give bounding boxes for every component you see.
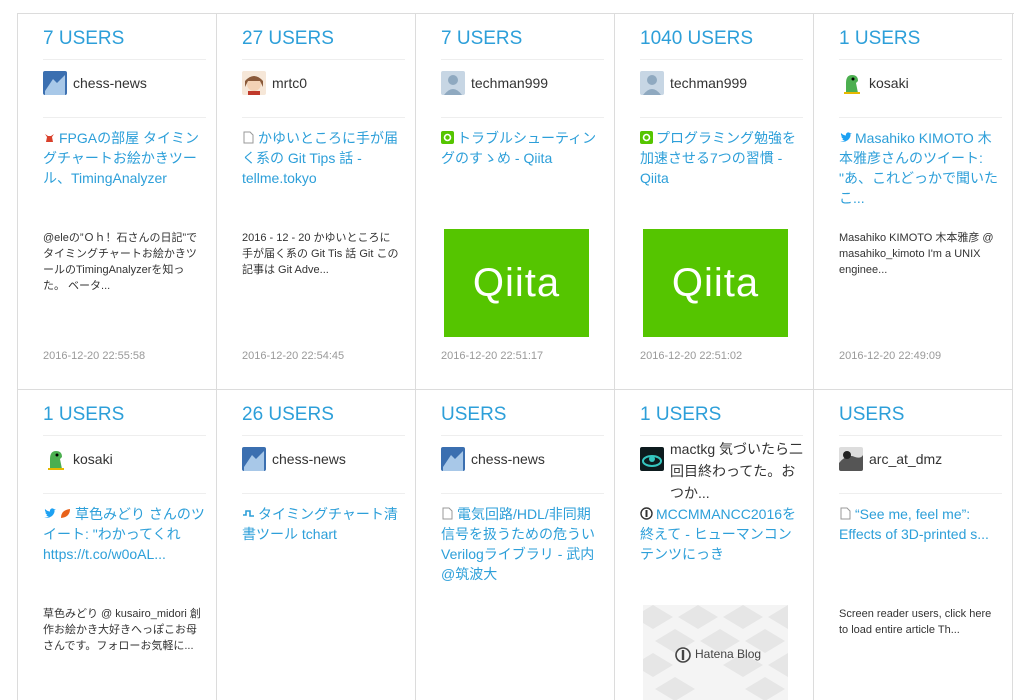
devil-favicon-icon bbox=[43, 129, 56, 142]
qiita-thumbnail[interactable]: Qiita bbox=[444, 229, 589, 337]
avatar bbox=[242, 447, 266, 471]
twitter-bird-icon bbox=[839, 129, 852, 142]
users-count[interactable]: USERS bbox=[441, 404, 604, 436]
entry-title[interactable]: FPGAの部屋 タイミングチャートお絵かきツール、TimingAnalyzer bbox=[43, 128, 206, 188]
entry-title[interactable]: 草色みどり さんのツイート: "わかってくれ https://t.co/w0oA… bbox=[43, 504, 206, 564]
avatar bbox=[839, 447, 863, 471]
users-count[interactable]: 1 USERS bbox=[839, 28, 1002, 60]
bookmark-date: 2016-12-20 22:55:58 bbox=[43, 350, 146, 362]
entry-title[interactable]: 電気回路/HDL/非同期信号を扱うための危ういVerilogライブラリ - 武内… bbox=[441, 504, 604, 584]
bookmark-grid: 7 USERS chess-news FPGAの部屋 タイミングチャートお絵かき… bbox=[17, 13, 1014, 700]
bookmark-card: 1 USERS kosaki Masahiko KIMOTO 木本雅彦さんのツイ… bbox=[813, 14, 1013, 390]
entry-title-text: 電気回路/HDL/非同期信号を扱うための危ういVerilogライブラリ - 武内… bbox=[441, 506, 595, 582]
divider bbox=[242, 117, 405, 118]
entry-title[interactable]: MCCMMANCC2016を終えて - ヒューマンコンテンツにっき bbox=[640, 504, 803, 564]
users-count[interactable]: 1 USERS bbox=[43, 404, 206, 436]
entry-description: 草色みどり @ kusairo_midori 創作お絵かき大好きへっぽこお母さん… bbox=[43, 608, 201, 652]
bookmark-card: 7 USERS chess-news FPGAの部屋 タイミングチャートお絵かき… bbox=[17, 14, 217, 390]
users-count[interactable]: 26 USERS bbox=[242, 404, 405, 436]
entry-title[interactable]: “See me, feel me”: Effects of 3D-printed… bbox=[839, 504, 1002, 544]
avatar bbox=[43, 71, 67, 95]
divider bbox=[640, 117, 803, 118]
user-name: mrtc0 bbox=[272, 75, 307, 91]
twitter-bird-icon bbox=[43, 505, 56, 518]
document-favicon-icon bbox=[441, 505, 454, 520]
user-name: arc_at_dmz bbox=[869, 451, 943, 467]
bookmark-card: 1040 USERS techman999 プログラミング勉強を加速させる7つの… bbox=[614, 14, 814, 390]
entry-title-text: MCCMMANCC2016を終えて - ヒューマンコンテンツにっき bbox=[640, 506, 797, 562]
bookmark-card: USERS chess-news 電気回路/HDL/非同期信号を扱うための危うい… bbox=[415, 390, 615, 700]
users-count[interactable]: USERS bbox=[839, 404, 1002, 436]
user-name: chess-news bbox=[73, 75, 147, 91]
bookmark-card: 27 USERS mrtc0 かゆいところに手が届く系の Git Tips 話 … bbox=[216, 14, 416, 390]
bookmark-date: 2016-12-20 22:51:17 bbox=[441, 350, 544, 362]
entry-title-text: かゆいところに手が届く系の Git Tips 話 - tellme.tokyo bbox=[242, 130, 398, 186]
entry-title-text: タイミングチャート清書ツール tchart bbox=[242, 506, 398, 542]
divider bbox=[839, 117, 1002, 118]
users-count[interactable]: 1040 USERS bbox=[640, 28, 803, 60]
entry-description: Screen reader users, click here to load … bbox=[839, 608, 992, 636]
entry-title-text: トラブルシューティングのすゝめ - Qiita bbox=[441, 130, 597, 166]
divider bbox=[839, 493, 1002, 494]
divider bbox=[441, 493, 604, 494]
avatar bbox=[43, 447, 67, 471]
avatar bbox=[640, 447, 664, 471]
bookmark-card: 7 USERS techman999 トラブルシューティングのすゝめ - Qii… bbox=[415, 14, 615, 390]
users-count[interactable]: 1 USERS bbox=[640, 404, 803, 436]
bookmark-date: 2016-12-20 22:51:02 bbox=[640, 350, 743, 362]
thumbnail-logo-text: Qiita bbox=[472, 260, 561, 305]
entry-description: 2016 - 12 - 20 かゆいところに手が届く系の Git Tis 話 G… bbox=[242, 232, 399, 276]
user-name: techman999 bbox=[471, 75, 549, 91]
qiita-favicon-icon bbox=[441, 129, 454, 144]
leaf-emoji-icon bbox=[59, 505, 72, 518]
divider bbox=[43, 117, 206, 118]
users-count[interactable]: 27 USERS bbox=[242, 28, 405, 60]
entry-title-text: “See me, feel me”: Effects of 3D-printed… bbox=[839, 506, 989, 542]
entry-description: Masahiko KIMOTO 木本雅彦 @ masahiko_kimoto I… bbox=[839, 232, 994, 276]
entry-title-text: FPGAの部屋 タイミングチャートお絵かきツール、TimingAnalyzer bbox=[43, 130, 200, 186]
document-favicon-icon bbox=[242, 129, 255, 144]
thumbnail-logo-text: Qiita bbox=[671, 260, 760, 305]
avatar bbox=[441, 71, 465, 95]
entry-title[interactable]: トラブルシューティングのすゝめ - Qiita bbox=[441, 128, 604, 168]
user-name: kosaki bbox=[869, 75, 909, 91]
entry-title-text: Masahiko KIMOTO 木本雅彦さんのツイート: "あ、これどっかで聞い… bbox=[839, 130, 998, 206]
bookmark-card: USERS arc_at_dmz “See me, feel me”: Effe… bbox=[813, 390, 1013, 700]
tchart-favicon-icon bbox=[242, 505, 255, 518]
divider bbox=[441, 117, 604, 118]
qiita-thumbnail[interactable]: Qiita bbox=[643, 229, 788, 337]
qiita-favicon-icon bbox=[640, 129, 653, 144]
bookmark-date: 2016-12-20 22:54:45 bbox=[242, 350, 345, 362]
divider bbox=[242, 493, 405, 494]
user-name: chess-news bbox=[471, 451, 545, 467]
entry-title[interactable]: タイミングチャート清書ツール tchart bbox=[242, 504, 405, 544]
thumbnail-logo-text: Hatena Blog bbox=[695, 647, 762, 661]
avatar bbox=[441, 447, 465, 471]
entry-title-text: プログラミング勉強を加速させる7つの習慣 - Qiita bbox=[640, 130, 796, 186]
users-count[interactable]: 7 USERS bbox=[441, 28, 604, 60]
hatena-blog-favicon-icon bbox=[640, 505, 653, 520]
user-name: chess-news bbox=[272, 451, 346, 467]
avatar bbox=[839, 71, 863, 95]
user-name: mactkg 気づいたら二回目終わってた。おつか... bbox=[670, 441, 804, 501]
avatar bbox=[640, 71, 664, 95]
bookmark-card: 1 USERS mactkg 気づいたら二回目終わってた。おつか... MCCM… bbox=[614, 390, 814, 700]
avatar bbox=[242, 71, 266, 95]
entry-title[interactable]: プログラミング勉強を加速させる7つの習慣 - Qiita bbox=[640, 128, 803, 188]
entry-title[interactable]: Masahiko KIMOTO 木本雅彦さんのツイート: "あ、これどっかで聞い… bbox=[839, 128, 1002, 208]
user-name: kosaki bbox=[73, 451, 113, 467]
divider bbox=[43, 493, 206, 494]
bookmark-card: 26 USERS chess-news タイミングチャート清書ツール tchar… bbox=[216, 390, 416, 700]
hatena-blog-thumbnail[interactable]: Hatena Blog bbox=[643, 605, 788, 700]
document-favicon-icon bbox=[839, 505, 852, 520]
users-count[interactable]: 7 USERS bbox=[43, 28, 206, 60]
bookmark-date: 2016-12-20 22:49:09 bbox=[839, 350, 942, 362]
user-name: techman999 bbox=[670, 75, 748, 91]
bookmark-card: 1 USERS kosaki 草色みどり さんのツイート: "わかってくれ ht… bbox=[17, 390, 217, 700]
entry-title[interactable]: かゆいところに手が届く系の Git Tips 話 - tellme.tokyo bbox=[242, 128, 405, 188]
entry-description: @eleの”Ｏｈ！石さんの日記”でタイミングチャートお絵かきツールのTiming… bbox=[43, 232, 198, 292]
